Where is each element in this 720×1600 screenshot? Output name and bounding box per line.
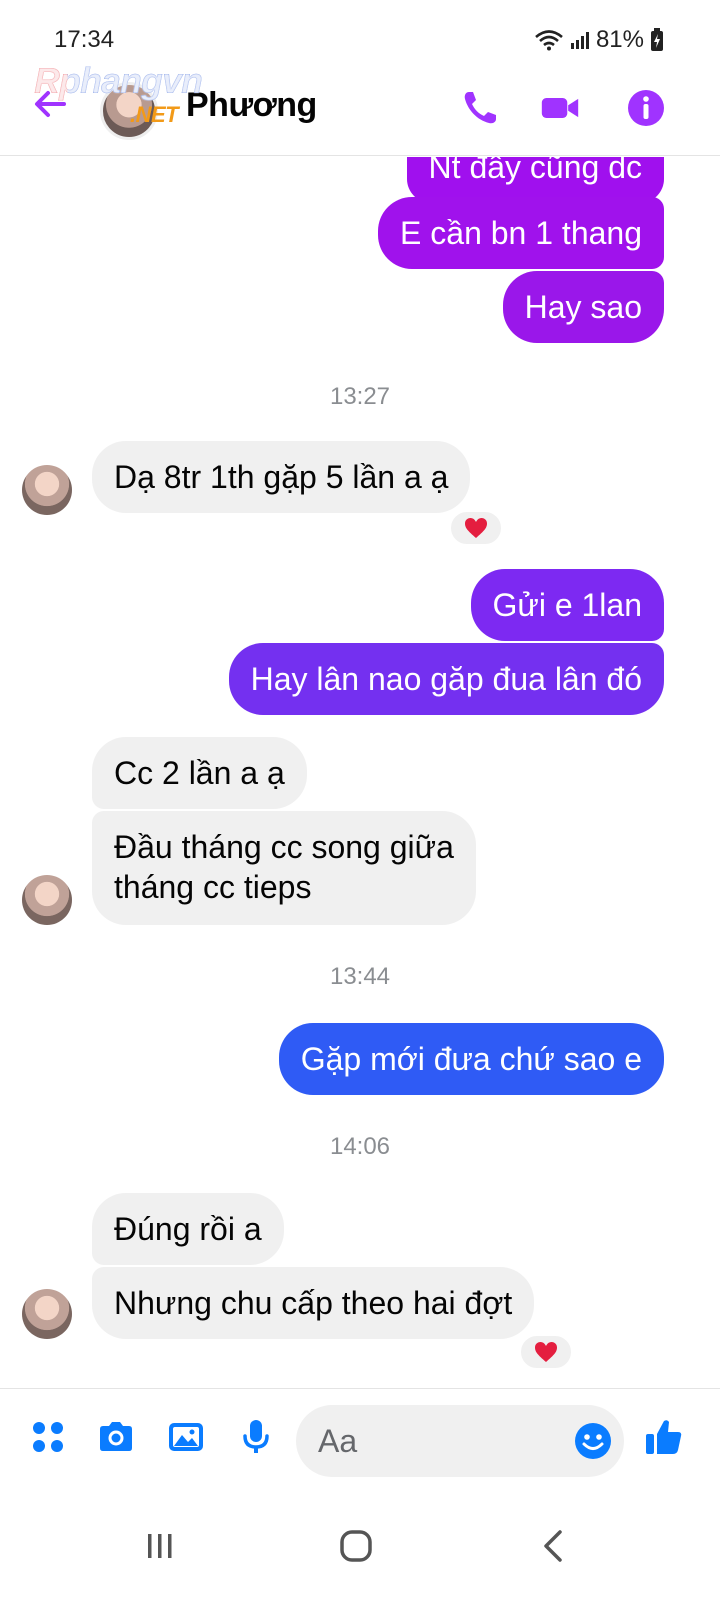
video-camera-icon[interactable] [540,88,580,128]
message-text: Đầu tháng cc song giữa [114,829,454,865]
conversation-header: Phương Rphangvn .NET [0,60,720,156]
message-text: Đúng rồi a [114,1211,262,1247]
heart-icon [535,1342,557,1362]
status-bar: 17:34 81% [0,0,720,68]
message-text: Nt đây cũng dc [428,157,642,185]
heart-icon [465,518,487,538]
timestamp: 13:44 [329,963,391,990]
signal-icon [570,32,589,49]
message-text: Nhưng chu cấp theo hai đợt [114,1285,513,1321]
home-icon[interactable] [336,1526,376,1566]
message-outgoing[interactable]: E cần bn 1 thang [378,197,664,269]
battery-icon [651,28,663,51]
back-nav-icon[interactable] [534,1526,574,1566]
sender-avatar[interactable] [22,1289,72,1339]
message-incoming[interactable]: Đầu tháng cc song giữa tháng cc tieps [92,811,476,925]
status-time: 17:34 [54,26,115,53]
contact-name[interactable]: Phương [186,86,317,125]
message-list[interactable]: Nt đây cũng dc E cần bn 1 thang Hay sao … [0,157,720,1387]
message-text: Hay lân nao găp đua lân đó [250,661,642,697]
phone-icon[interactable] [460,88,500,128]
timestamp: 14:06 [329,1133,391,1160]
message-outgoing[interactable]: Gặp mới đưa chứ sao e [278,1023,664,1095]
system-navigation-bar [0,1492,720,1600]
four-dots-icon[interactable] [28,1417,68,1457]
status-indicators: 81% [534,26,664,54]
message-text: tháng cc tieps [114,869,312,905]
message-text: Dạ 8tr 1th gặp 5 lần a ạ [114,459,449,495]
message-text: Gửi e 1lan [492,587,643,623]
message-text: Cc 2 lần a ạ [114,755,285,791]
image-icon[interactable] [166,1417,206,1457]
smiley-icon[interactable] [574,1422,612,1460]
sender-avatar[interactable] [22,465,72,515]
message-incoming[interactable]: Đúng rồi a [92,1193,284,1265]
info-icon[interactable] [626,88,666,128]
message-incoming[interactable]: Dạ 8tr 1th gặp 5 lần a ạ [92,441,471,513]
thumbs-up-icon[interactable] [644,1417,684,1457]
contact-avatar[interactable] [100,82,158,140]
message-incoming[interactable]: Cc 2 lần a ạ [92,737,307,809]
message-text: E cần bn 1 thang [400,215,642,251]
message-outgoing[interactable]: Gửi e 1lan [470,569,664,641]
message-input-wrapper[interactable] [296,1405,624,1477]
message-text: Gặp mới đưa chứ sao e [300,1041,642,1077]
arrow-left-icon[interactable] [30,84,70,124]
message-incoming[interactable]: Nhưng chu cấp theo hai đợt [92,1267,535,1339]
sender-avatar[interactable] [22,875,72,925]
wifi-icon [535,30,563,51]
heart-reaction[interactable] [518,1333,574,1371]
camera-icon[interactable] [96,1417,136,1457]
message-input[interactable] [318,1419,548,1463]
heart-reaction[interactable] [448,509,504,547]
message-composer [0,1388,720,1492]
microphone-icon[interactable] [236,1417,276,1457]
message-outgoing[interactable]: Hay sao [502,271,664,343]
timestamp: 13:27 [329,383,391,410]
message-text: Hay sao [524,289,642,325]
battery-percent: 81% [595,26,644,53]
recent-apps-icon[interactable] [140,1526,180,1566]
message-outgoing[interactable]: Hay lân nao găp đua lân đó [228,643,664,715]
